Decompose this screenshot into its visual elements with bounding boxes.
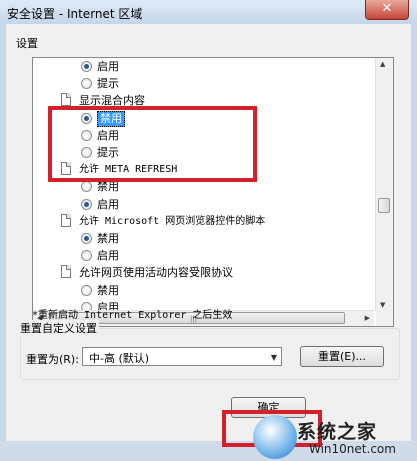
page-icon: [61, 213, 71, 227]
watermark-url: Win10net.com: [309, 442, 396, 456]
close-icon: ✕: [381, 1, 393, 16]
reset-to-label: 重置为(R):: [26, 353, 79, 366]
watermark: 系统之家 Win10net.com: [253, 415, 417, 461]
vertical-scrollbar[interactable]: ▲ ▼: [375, 58, 393, 311]
setting-option-label: 启用: [97, 249, 119, 263]
scroll-up-arrow-icon[interactable]: ▲: [380, 60, 385, 68]
reset-level-select[interactable]: 中-高 (默认) ▼: [82, 347, 282, 366]
setting-option-label: 禁用: [97, 232, 119, 245]
setting-option-label: 禁用: [97, 283, 119, 297]
page-icon: [61, 265, 71, 279]
scroll-down-arrow-icon[interactable]: ▼: [380, 301, 385, 309]
scroll-right-arrow-icon[interactable]: ▶: [365, 314, 370, 322]
settings-list-box: 启用 提示 显示混合内容 禁用 启用 提示 允许 META REFRESH 禁用 启用 允许 Mi…: [32, 57, 394, 327]
settings-section-label: 设置: [16, 37, 38, 50]
setting-heading[interactable]: 允许 Microsoft 网页浏览器控件的脚本: [33, 213, 374, 230]
radio-button[interactable]: [81, 233, 92, 244]
radio-button[interactable]: [81, 61, 92, 72]
setting-heading-label: 允许 Microsoft 网页浏览器控件的脚本: [79, 215, 266, 227]
setting-option-label: 提示: [97, 77, 119, 91]
reset-button[interactable]: 重置(E)...: [300, 346, 384, 367]
setting-option[interactable]: 启用: [33, 58, 374, 75]
vertical-scroll-thumb[interactable]: [378, 198, 390, 213]
security-settings-dialog: 设置 启用 提示 显示混合内容 禁用 启用 提示 允许 META REFRESH 禁用 启用 允许…: [0, 24, 417, 459]
settings-tree: 启用 提示 显示混合内容 禁用 启用 提示 允许 META REFRESH 禁用 启用 允许 Mi…: [33, 58, 374, 314]
radio-button[interactable]: [81, 198, 92, 210]
setting-option-label: 启用: [97, 197, 119, 211]
setting-heading[interactable]: 允许网页使用活动内容受限协议: [33, 264, 374, 281]
close-button[interactable]: ✕: [365, 0, 409, 20]
radio-button[interactable]: [81, 181, 92, 193]
setting-option[interactable]: 提示: [33, 75, 374, 92]
radio-button[interactable]: [81, 284, 92, 296]
setting-option[interactable]: 启用: [33, 196, 374, 213]
title-bar: 安全设置 - Internet 区域 ✕: [0, 0, 417, 25]
reset-group-title: 重置自定义设置: [18, 320, 99, 336]
chevron-down-icon: ▼: [270, 353, 277, 362]
page-icon: [61, 93, 71, 107]
house-logo-icon: [253, 415, 297, 459]
radio-button[interactable]: [81, 78, 92, 90]
setting-heading-label: 允许网页使用活动内容受限协议: [79, 266, 233, 280]
setting-option[interactable]: 禁用: [33, 230, 374, 247]
setting-option-label: 启用: [97, 60, 119, 73]
reset-level-value: 中-高 (默认): [89, 352, 150, 365]
watermark-title: 系统之家: [297, 421, 378, 443]
setting-option[interactable]: 禁用: [33, 282, 374, 299]
restart-note: *重新启动 Internet Explorer 之后生效: [32, 310, 233, 321]
scrollbar-corner: [376, 311, 393, 326]
radio-button[interactable]: [81, 250, 92, 262]
window-title: 安全设置 - Internet 区域: [7, 7, 143, 21]
setting-option[interactable]: 启用: [33, 247, 374, 264]
highlight-box-mixed-content: [48, 106, 257, 182]
